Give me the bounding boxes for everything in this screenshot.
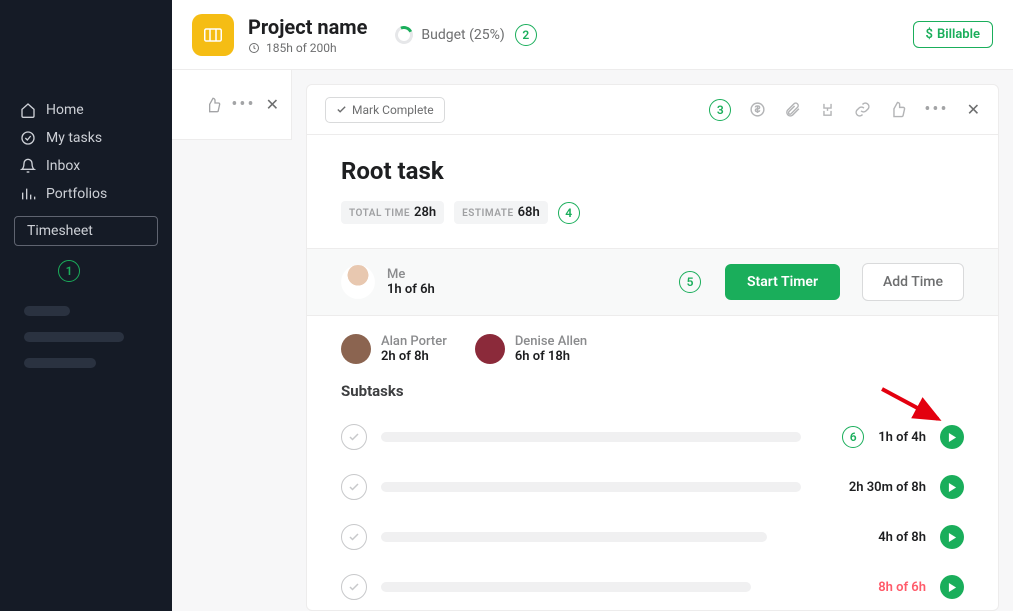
sidebar-item-label: Portfolios bbox=[46, 186, 107, 202]
project-icon bbox=[192, 14, 234, 56]
subtask-row: 8h of 6h bbox=[341, 562, 964, 611]
annotation-3: 3 bbox=[709, 99, 731, 121]
attachment-icon[interactable] bbox=[784, 101, 801, 118]
sidebar-item-label: Timesheet bbox=[27, 223, 93, 239]
play-button[interactable] bbox=[940, 525, 964, 549]
annotation-1: 1 bbox=[58, 260, 80, 282]
estimate-label: ESTIMATE bbox=[462, 208, 513, 219]
sidebar-item-inbox[interactable]: Inbox bbox=[0, 152, 172, 180]
task-panel: Mark Complete 3 ••• ✕ Root task TOTAL TI… bbox=[306, 84, 999, 611]
clock-icon bbox=[248, 42, 260, 54]
subtask-row: 4h of 8h bbox=[341, 512, 964, 562]
sidebar-item-label: Home bbox=[46, 102, 84, 118]
check-icon bbox=[336, 104, 347, 115]
sidebar-item-timesheet[interactable]: Timesheet bbox=[14, 216, 158, 246]
me-row: Me 1h of 6h 5 Start Timer Add Time bbox=[307, 248, 998, 316]
dollar-circle-icon[interactable] bbox=[749, 101, 766, 118]
mark-complete-label: Mark Complete bbox=[352, 103, 434, 117]
assignees-row: Alan Porter 2h of 8h Denise Allen 6h of … bbox=[341, 316, 964, 368]
complete-toggle[interactable] bbox=[341, 474, 367, 500]
task-strip: ••• ✕ bbox=[172, 70, 292, 140]
project-header: Project name 185h of 200h Budget (25%) 2… bbox=[172, 0, 1013, 70]
avatar bbox=[475, 334, 505, 364]
estimate-value: 68h bbox=[518, 205, 540, 220]
me-name: Me bbox=[387, 267, 435, 282]
subtask-placeholder bbox=[381, 579, 801, 595]
close-icon[interactable]: ✕ bbox=[967, 100, 980, 119]
sidebar-item-portfolios[interactable]: Portfolios bbox=[0, 180, 172, 208]
sidebar: Home My tasks Inbox Portfolios Timesheet… bbox=[0, 0, 172, 611]
assignee-name: Alan Porter bbox=[381, 334, 447, 349]
billable-label: Billable bbox=[937, 27, 980, 42]
annotation-4: 4 bbox=[558, 202, 580, 224]
dollar-icon: $ bbox=[926, 27, 933, 42]
assignee: Denise Allen 6h of 18h bbox=[475, 334, 587, 364]
total-time-label: TOTAL TIME bbox=[349, 208, 410, 219]
toolbar-icons: 3 ••• ✕ bbox=[709, 99, 980, 121]
check-circle-icon bbox=[20, 130, 36, 146]
more-icon[interactable]: ••• bbox=[924, 99, 948, 120]
thumbs-up-icon[interactable] bbox=[205, 97, 221, 113]
assignee: Alan Porter 2h of 8h bbox=[341, 334, 447, 364]
complete-toggle[interactable] bbox=[341, 424, 367, 450]
me-meta: Me 1h of 6h bbox=[387, 267, 435, 297]
board-icon bbox=[204, 28, 222, 42]
subtask-time: 4h of 8h bbox=[878, 530, 926, 545]
avatar bbox=[341, 334, 371, 364]
subtask-placeholder bbox=[381, 479, 801, 495]
project-title: Project name bbox=[248, 15, 367, 39]
subtasks-heading: Subtasks bbox=[341, 382, 964, 400]
budget-indicator: Budget (25%) bbox=[395, 26, 504, 44]
subtask-time: 1h of 4h bbox=[878, 430, 926, 445]
subtask-icon[interactable] bbox=[819, 101, 836, 118]
subtask-placeholder bbox=[381, 529, 801, 545]
play-button[interactable] bbox=[940, 575, 964, 599]
assignee-hours: 2h of 8h bbox=[381, 349, 447, 364]
budget-label: Budget (25%) bbox=[421, 27, 504, 43]
billable-button[interactable]: $ Billable bbox=[913, 21, 994, 48]
subtask-row: 6 1h of 4h bbox=[341, 412, 964, 462]
sidebar-item-home[interactable]: Home bbox=[0, 96, 172, 124]
bell-icon bbox=[20, 158, 36, 174]
sidebar-item-label: My tasks bbox=[46, 130, 102, 146]
estimate-chip: ESTIMATE 68h bbox=[454, 201, 548, 224]
complete-toggle[interactable] bbox=[341, 574, 367, 600]
panel-body: Root task TOTAL TIME 28h ESTIMATE 68h 4 … bbox=[307, 135, 998, 611]
project-meta: Project name 185h of 200h bbox=[248, 15, 367, 55]
me-hours: 1h of 6h bbox=[387, 282, 435, 297]
sidebar-item-my-tasks[interactable]: My tasks bbox=[0, 124, 172, 152]
assignee-name: Denise Allen bbox=[515, 334, 587, 349]
subtask-row: 2h 30m of 8h bbox=[341, 462, 964, 512]
annotation-2: 2 bbox=[515, 24, 537, 46]
progress-ring-icon bbox=[393, 23, 416, 46]
play-button[interactable] bbox=[940, 425, 964, 449]
subtask-placeholder bbox=[381, 429, 801, 445]
play-button[interactable] bbox=[940, 475, 964, 499]
annotation-5: 5 bbox=[679, 271, 701, 293]
total-time-chip: TOTAL TIME 28h bbox=[341, 201, 444, 224]
link-icon[interactable] bbox=[854, 101, 871, 118]
sidebar-skeleton bbox=[0, 282, 172, 368]
close-icon[interactable]: ✕ bbox=[266, 95, 279, 114]
more-icon[interactable]: ••• bbox=[231, 94, 255, 115]
total-time-value: 28h bbox=[414, 205, 436, 220]
annotation-6: 6 bbox=[842, 426, 864, 448]
task-title: Root task bbox=[341, 157, 964, 185]
start-timer-button[interactable]: Start Timer bbox=[725, 264, 840, 300]
thumbs-up-icon[interactable] bbox=[889, 101, 906, 118]
project-hours: 185h of 200h bbox=[266, 41, 337, 55]
subtask-time: 8h of 6h bbox=[878, 580, 926, 595]
panel-toolbar: Mark Complete 3 ••• ✕ bbox=[307, 85, 998, 135]
bars-icon bbox=[20, 186, 36, 202]
avatar bbox=[341, 265, 375, 299]
complete-toggle[interactable] bbox=[341, 524, 367, 550]
sidebar-item-label: Inbox bbox=[46, 158, 80, 174]
time-chips: TOTAL TIME 28h ESTIMATE 68h 4 bbox=[341, 201, 964, 224]
mark-complete-button[interactable]: Mark Complete bbox=[325, 97, 445, 123]
add-time-button[interactable]: Add Time bbox=[862, 263, 964, 301]
home-icon bbox=[20, 102, 36, 118]
subtask-time: 2h 30m of 8h bbox=[849, 480, 926, 495]
assignee-hours: 6h of 18h bbox=[515, 349, 587, 364]
